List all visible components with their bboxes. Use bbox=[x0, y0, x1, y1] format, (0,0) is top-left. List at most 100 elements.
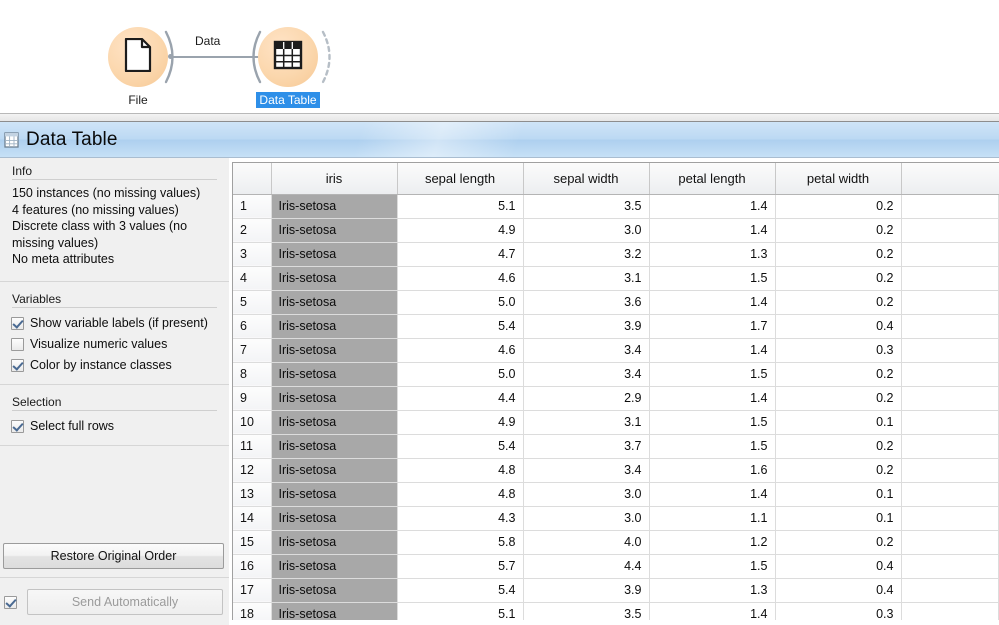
cell-sepal-width[interactable]: 3.5 bbox=[523, 602, 650, 620]
cell-sepal-width[interactable]: 3.0 bbox=[523, 506, 650, 531]
table-row[interactable]: 13 Iris-setosa 4.8 3.0 1.4 0.1 bbox=[233, 482, 999, 507]
cell-sepal-length[interactable]: 4.6 bbox=[397, 338, 524, 363]
checkbox-select-full-rows[interactable]: Select full rows bbox=[8, 416, 221, 437]
cell-iris[interactable]: Iris-setosa bbox=[271, 602, 398, 620]
cell-iris[interactable]: Iris-setosa bbox=[271, 362, 398, 387]
cell-petal-length[interactable]: 1.4 bbox=[649, 602, 776, 620]
table-row[interactable]: 18 Iris-setosa 5.1 3.5 1.4 0.3 bbox=[233, 602, 999, 620]
cell-sepal-length[interactable]: 5.4 bbox=[397, 434, 524, 459]
cell-petal-width[interactable]: 0.2 bbox=[775, 530, 902, 555]
table-row[interactable]: 17 Iris-setosa 5.4 3.9 1.3 0.4 bbox=[233, 578, 999, 603]
cell-petal-width[interactable]: 0.2 bbox=[775, 194, 902, 219]
cell-iris[interactable]: Iris-setosa bbox=[271, 218, 398, 243]
table-row[interactable]: 2 Iris-setosa 4.9 3.0 1.4 0.2 bbox=[233, 218, 999, 243]
cell-sepal-width[interactable]: 3.9 bbox=[523, 314, 650, 339]
column-header-iris[interactable]: iris bbox=[271, 163, 398, 195]
cell-sepal-width[interactable]: 3.0 bbox=[523, 482, 650, 507]
cell-petal-length[interactable]: 1.5 bbox=[649, 362, 776, 387]
table-row[interactable]: 16 Iris-setosa 5.7 4.4 1.5 0.4 bbox=[233, 554, 999, 579]
cell-petal-length[interactable]: 1.3 bbox=[649, 578, 776, 603]
table-row[interactable]: 14 Iris-setosa 4.3 3.0 1.1 0.1 bbox=[233, 506, 999, 531]
cell-iris[interactable]: Iris-setosa bbox=[271, 314, 398, 339]
cell-sepal-length[interactable]: 4.4 bbox=[397, 386, 524, 411]
row-number-cell[interactable]: 7 bbox=[233, 338, 272, 363]
cell-sepal-length[interactable]: 4.3 bbox=[397, 506, 524, 531]
checkbox-send-automatically[interactable] bbox=[4, 595, 17, 609]
checkbox-show-variable-labels[interactable]: Show variable labels (if present) bbox=[8, 313, 221, 334]
cell-petal-length[interactable]: 1.5 bbox=[649, 410, 776, 435]
checkbox-box[interactable] bbox=[11, 316, 24, 330]
cell-sepal-width[interactable]: 3.7 bbox=[523, 434, 650, 459]
cell-sepal-width[interactable]: 4.0 bbox=[523, 530, 650, 555]
cell-iris[interactable]: Iris-setosa bbox=[271, 578, 398, 603]
table-row[interactable]: 6 Iris-setosa 5.4 3.9 1.7 0.4 bbox=[233, 314, 999, 339]
row-number-cell[interactable]: 1 bbox=[233, 194, 272, 219]
cell-sepal-length[interactable]: 4.9 bbox=[397, 218, 524, 243]
column-header-sepal-width[interactable]: sepal width bbox=[523, 163, 650, 195]
column-header-petal-width[interactable]: petal width bbox=[775, 163, 902, 195]
cell-sepal-width[interactable]: 2.9 bbox=[523, 386, 650, 411]
row-number-cell[interactable]: 12 bbox=[233, 458, 272, 483]
row-number-cell[interactable]: 18 bbox=[233, 602, 272, 620]
cell-petal-width[interactable]: 0.2 bbox=[775, 218, 902, 243]
table-row[interactable]: 4 Iris-setosa 4.6 3.1 1.5 0.2 bbox=[233, 266, 999, 291]
cell-iris[interactable]: Iris-setosa bbox=[271, 506, 398, 531]
cell-sepal-length[interactable]: 5.1 bbox=[397, 602, 524, 620]
cell-sepal-length[interactable]: 4.8 bbox=[397, 458, 524, 483]
table-row[interactable]: 5 Iris-setosa 5.0 3.6 1.4 0.2 bbox=[233, 290, 999, 315]
link-data-line[interactable] bbox=[172, 56, 264, 58]
cell-sepal-width[interactable]: 3.4 bbox=[523, 458, 650, 483]
table-row[interactable]: 7 Iris-setosa 4.6 3.4 1.4 0.3 bbox=[233, 338, 999, 363]
table-row[interactable]: 15 Iris-setosa 5.8 4.0 1.2 0.2 bbox=[233, 530, 999, 555]
row-number-cell[interactable]: 2 bbox=[233, 218, 272, 243]
cell-sepal-length[interactable]: 4.7 bbox=[397, 242, 524, 267]
cell-petal-width[interactable]: 0.4 bbox=[775, 578, 902, 603]
cell-sepal-width[interactable]: 3.6 bbox=[523, 290, 650, 315]
checkbox-box[interactable] bbox=[11, 337, 24, 351]
row-number-cell[interactable]: 13 bbox=[233, 482, 272, 507]
cell-petal-length[interactable]: 1.5 bbox=[649, 554, 776, 579]
cell-petal-width[interactable]: 0.2 bbox=[775, 458, 902, 483]
checkbox-visualize-numeric-values[interactable]: Visualize numeric values bbox=[8, 334, 221, 355]
cell-sepal-length[interactable]: 5.7 bbox=[397, 554, 524, 579]
cell-petal-length[interactable]: 1.5 bbox=[649, 266, 776, 291]
cell-iris[interactable]: Iris-setosa bbox=[271, 266, 398, 291]
cell-iris[interactable]: Iris-setosa bbox=[271, 410, 398, 435]
workflow-canvas[interactable]: Data File Data Table bbox=[0, 0, 999, 113]
row-number-cell[interactable]: 16 bbox=[233, 554, 272, 579]
checkbox-box[interactable] bbox=[11, 358, 24, 372]
cell-petal-length[interactable]: 1.4 bbox=[649, 338, 776, 363]
send-automatically-button[interactable]: Send Automatically bbox=[27, 589, 223, 615]
cell-petal-length[interactable]: 1.2 bbox=[649, 530, 776, 555]
cell-sepal-width[interactable]: 3.1 bbox=[523, 266, 650, 291]
cell-sepal-length[interactable]: 5.4 bbox=[397, 314, 524, 339]
cell-petal-width[interactable]: 0.4 bbox=[775, 314, 902, 339]
row-number-cell[interactable]: 11 bbox=[233, 434, 272, 459]
widget-file-disc[interactable] bbox=[108, 27, 174, 87]
cell-iris[interactable]: Iris-setosa bbox=[271, 530, 398, 555]
restore-original-order-button[interactable]: Restore Original Order bbox=[3, 543, 224, 569]
column-header-sepal-length[interactable]: sepal length bbox=[397, 163, 524, 195]
cell-sepal-length[interactable]: 5.8 bbox=[397, 530, 524, 555]
cell-sepal-length[interactable]: 4.9 bbox=[397, 410, 524, 435]
cell-iris[interactable]: Iris-setosa bbox=[271, 554, 398, 579]
column-header-petal-length[interactable]: petal length bbox=[649, 163, 776, 195]
table-corner-header[interactable] bbox=[233, 163, 272, 195]
widget-data-table-disc[interactable] bbox=[252, 27, 331, 87]
row-number-cell[interactable]: 8 bbox=[233, 362, 272, 387]
cell-sepal-width[interactable]: 3.2 bbox=[523, 242, 650, 267]
cell-sepal-width[interactable]: 3.4 bbox=[523, 362, 650, 387]
cell-petal-width[interactable]: 0.2 bbox=[775, 266, 902, 291]
cell-petal-length[interactable]: 1.5 bbox=[649, 434, 776, 459]
cell-iris[interactable]: Iris-setosa bbox=[271, 482, 398, 507]
cell-petal-width[interactable]: 0.2 bbox=[775, 386, 902, 411]
cell-sepal-width[interactable]: 3.9 bbox=[523, 578, 650, 603]
table-row[interactable]: 1 Iris-setosa 5.1 3.5 1.4 0.2 bbox=[233, 194, 999, 219]
table-row[interactable]: 12 Iris-setosa 4.8 3.4 1.6 0.2 bbox=[233, 458, 999, 483]
widget-data-table-output-arc[interactable] bbox=[320, 29, 338, 85]
row-number-cell[interactable]: 6 bbox=[233, 314, 272, 339]
cell-petal-width[interactable]: 0.4 bbox=[775, 554, 902, 579]
cell-petal-length[interactable]: 1.4 bbox=[649, 218, 776, 243]
cell-petal-length[interactable]: 1.7 bbox=[649, 314, 776, 339]
cell-petal-length[interactable]: 1.4 bbox=[649, 290, 776, 315]
